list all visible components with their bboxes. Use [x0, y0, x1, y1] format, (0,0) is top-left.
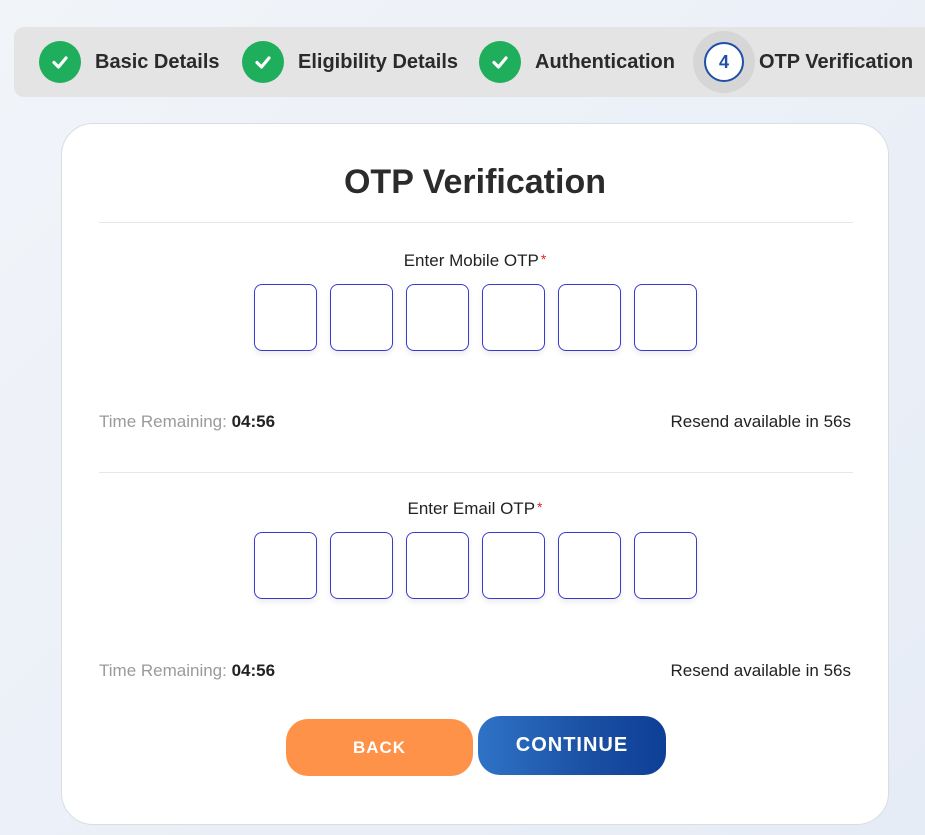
step-label: Authentication [535, 50, 675, 73]
step-number: 4 [704, 42, 744, 82]
back-button[interactable]: BACK [286, 719, 473, 776]
email-otp-digit-3[interactable] [406, 532, 469, 599]
email-otp-label: Enter Email OTP * [407, 499, 543, 518]
mobile-otp-digit-4[interactable] [482, 284, 545, 351]
mobile-otp-digit-3[interactable] [406, 284, 469, 351]
step-label: Eligibility Details [298, 50, 459, 73]
email-otp-inputs [254, 532, 697, 599]
otp-verification-card: OTP Verification Enter Mobile OTP * Time … [61, 123, 889, 825]
check-icon [39, 41, 81, 83]
divider [99, 472, 853, 473]
check-icon [242, 41, 284, 83]
required-asterisk: * [537, 499, 543, 515]
page-title: OTP Verification [343, 163, 606, 201]
email-otp-digit-2[interactable] [330, 532, 393, 599]
email-resend-status: Resend available in 56s [670, 661, 851, 680]
mobile-otp-digit-2[interactable] [330, 284, 393, 351]
step-label: OTP Verification [759, 50, 914, 73]
check-icon [479, 41, 521, 83]
step-otp-verification[interactable]: 4 OTP Verification [693, 27, 914, 97]
mobile-time-remaining: Time Remaining: 04:56 [99, 412, 276, 431]
mobile-otp-digit-5[interactable] [558, 284, 621, 351]
email-otp-digit-1[interactable] [254, 532, 317, 599]
mobile-resend-status: Resend available in 56s [670, 412, 851, 431]
step-basic-details[interactable]: Basic Details [39, 27, 220, 97]
mobile-countdown: 04:56 [231, 412, 276, 431]
mobile-otp-digit-6[interactable] [634, 284, 697, 351]
mobile-otp-inputs [254, 284, 697, 351]
current-step-indicator: 4 [693, 31, 755, 93]
progress-stepper: Basic Details Eligibility Details Authen… [14, 27, 925, 97]
mobile-otp-label: Enter Mobile OTP * [403, 251, 547, 270]
divider [99, 222, 853, 223]
step-authentication[interactable]: Authentication [479, 27, 675, 97]
email-otp-digit-6[interactable] [634, 532, 697, 599]
email-otp-digit-4[interactable] [482, 532, 545, 599]
email-time-remaining: Time Remaining: 04:56 [99, 661, 276, 680]
step-label: Basic Details [95, 50, 220, 73]
continue-button[interactable]: CONTINUE [478, 716, 666, 775]
required-asterisk: * [540, 251, 547, 267]
mobile-otp-digit-1[interactable] [254, 284, 317, 351]
email-otp-digit-5[interactable] [558, 532, 621, 599]
email-countdown: 04:56 [231, 661, 276, 680]
step-eligibility-details[interactable]: Eligibility Details [242, 27, 458, 97]
